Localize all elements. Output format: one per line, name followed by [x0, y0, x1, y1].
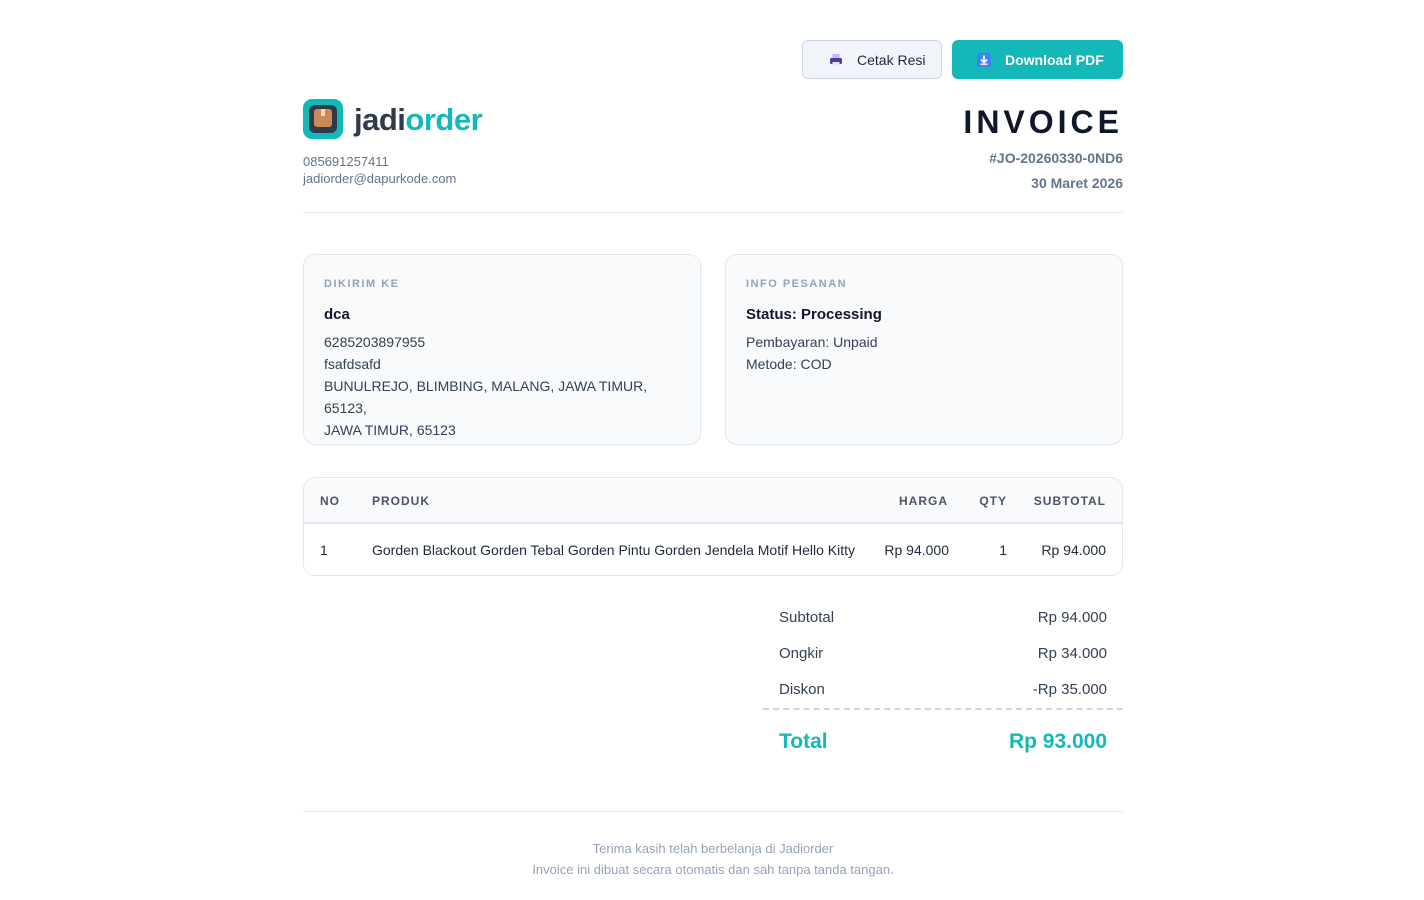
table-row: 1 Gorden Blackout Gorden Tebal Gorden Pi… [304, 524, 1122, 575]
payment-status: Pembayaran: Unpaid [746, 334, 878, 350]
discount-row: Diskon -Rp 35.000 [763, 672, 1123, 708]
col-price: HARGA [899, 494, 948, 508]
subtotal-value: Rp 94.000 [1037, 609, 1107, 626]
footer-note: Terima kasih telah berbelanja di Jadiord… [303, 838, 1123, 880]
print-receipt-button[interactable]: Cetak Resi [802, 40, 942, 79]
shipping-label: DIKIRIM KE [324, 278, 400, 290]
brand-email: jadiorder@dapurkode.com [303, 171, 457, 186]
invoice-page: Cetak Resi Download PDF jadiorder 085691… [303, 0, 1123, 900]
brand-name-part-2: order [405, 101, 483, 137]
subtotal-row: Subtotal Rp 94.000 [763, 600, 1123, 636]
footer-line-1: Terima kasih telah berbelanja di Jadiord… [592, 841, 834, 856]
footer-divider [303, 811, 1123, 812]
row-qty: 1 [999, 542, 1007, 558]
shipping-cost-label: Ongkir [779, 645, 824, 662]
order-info-card: INFO PESANAN Status: Processing Pembayar… [725, 254, 1123, 445]
row-subtotal: Rp 94.000 [1041, 542, 1106, 558]
order-status: Status: Processing [746, 306, 882, 323]
brand-name-part-1: jadi [354, 101, 406, 137]
invoice-number: #JO-20260330-0ND6 [989, 150, 1123, 166]
recipient-name: dca [324, 306, 350, 323]
col-no: NO [320, 494, 340, 508]
col-subtotal: SUBTOTAL [1033, 494, 1106, 508]
brand-contact: 085691257411 jadiorder@dapurkode.com [303, 153, 456, 187]
row-price: Rp 94.000 [884, 542, 949, 558]
col-qty: QTY [979, 494, 1007, 508]
footer-line-2: Invoice ini dibuat secara otomatis dan s… [532, 862, 894, 877]
row-product: Gorden Blackout Gorden Tebal Gorden Pint… [372, 542, 856, 558]
download-pdf-button[interactable]: Download PDF [952, 40, 1123, 79]
table-header: NO PRODUK HARGA QTY SUBTOTAL [304, 478, 1122, 524]
printer-icon [829, 53, 843, 67]
payment-method: Metode: COD [746, 356, 832, 372]
download-pdf-label: Download PDF [1005, 51, 1104, 68]
shipping-cost-row: Ongkir Rp 34.000 [763, 636, 1123, 672]
action-bar: Cetak Resi Download PDF [802, 40, 1123, 79]
recipient-address-line-3: JAWA TIMUR, 65123 [324, 422, 456, 438]
brand-name: jadiorder [354, 101, 483, 137]
row-no: 1 [320, 542, 328, 558]
discount-label: Diskon [779, 681, 825, 698]
brand-phone: 085691257411 [303, 154, 389, 169]
total-label: Total [779, 730, 828, 753]
print-receipt-label: Cetak Resi [857, 51, 926, 68]
col-product: PRODUK [372, 494, 431, 508]
logo-icon [303, 99, 343, 139]
order-items-table: NO PRODUK HARGA QTY SUBTOTAL 1 Gorden Bl… [303, 477, 1123, 576]
recipient-address-line-2: BUNULREJO, BLIMBING, MALANG, JAWA TIMUR,… [324, 378, 648, 416]
totals-summary: Subtotal Rp 94.000 Ongkir Rp 34.000 Disk… [763, 600, 1123, 760]
invoice-date: 30 Maret 2026 [1031, 175, 1123, 191]
shipping-cost-value: Rp 34.000 [1037, 645, 1107, 662]
recipient-phone: 6285203897955 [324, 334, 426, 350]
invoice-title: INVOICE [963, 104, 1123, 140]
shipping-card: DIKIRIM KE dca 6285203897955 fsafdsafd B… [303, 254, 701, 445]
header-divider [303, 212, 1123, 213]
recipient-address-line-1: fsafdsafd [324, 356, 381, 372]
download-icon [977, 52, 991, 67]
subtotal-label: Subtotal [779, 609, 835, 626]
order-info-label: INFO PESANAN [746, 278, 848, 290]
total-row: Total Rp 93.000 [763, 710, 1123, 760]
brand-logo: jadiorder [303, 99, 483, 139]
discount-value: -Rp 35.000 [1032, 681, 1107, 698]
total-value: Rp 93.000 [1008, 730, 1107, 753]
